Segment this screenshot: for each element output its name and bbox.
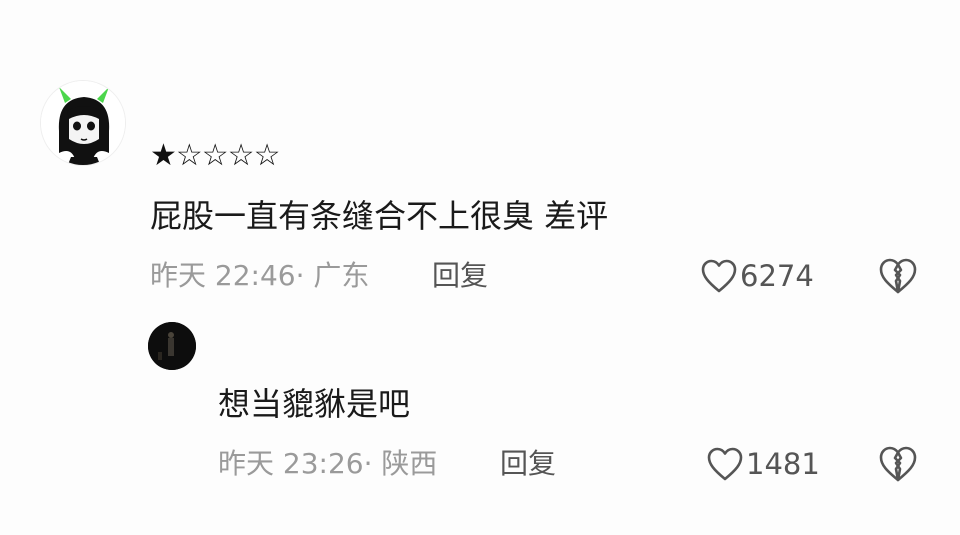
avatar-illustration-icon <box>41 81 125 165</box>
broken-heart-icon <box>878 258 918 299</box>
comment-text: 屁股一直有条缝合不上很臭 差评 <box>150 197 609 235</box>
reply-button[interactable]: 回复 <box>500 446 556 482</box>
heart-outline-icon <box>706 446 744 482</box>
comment-text: 想当貔貅是吧 <box>218 385 411 423</box>
heart-outline-icon <box>700 258 738 294</box>
like-button[interactable]: 1481 <box>706 444 820 484</box>
broken-heart-icon <box>878 446 918 487</box>
comment-meta: 昨天 22:46· 广东 <box>150 259 370 292</box>
avatar-photo-icon <box>148 322 196 370</box>
avatar[interactable] <box>148 322 196 370</box>
dislike-button[interactable] <box>878 257 918 299</box>
reply-button[interactable]: 回复 <box>432 258 488 294</box>
dislike-button[interactable] <box>878 445 918 487</box>
comment-meta: 昨天 23:26· 陕西 <box>218 447 438 480</box>
like-count: 1481 <box>746 447 820 481</box>
like-button[interactable]: 6274 <box>700 256 814 296</box>
like-count: 6274 <box>740 259 814 293</box>
avatar[interactable] <box>40 80 126 166</box>
star-rating: ★☆☆☆☆ <box>150 138 280 173</box>
